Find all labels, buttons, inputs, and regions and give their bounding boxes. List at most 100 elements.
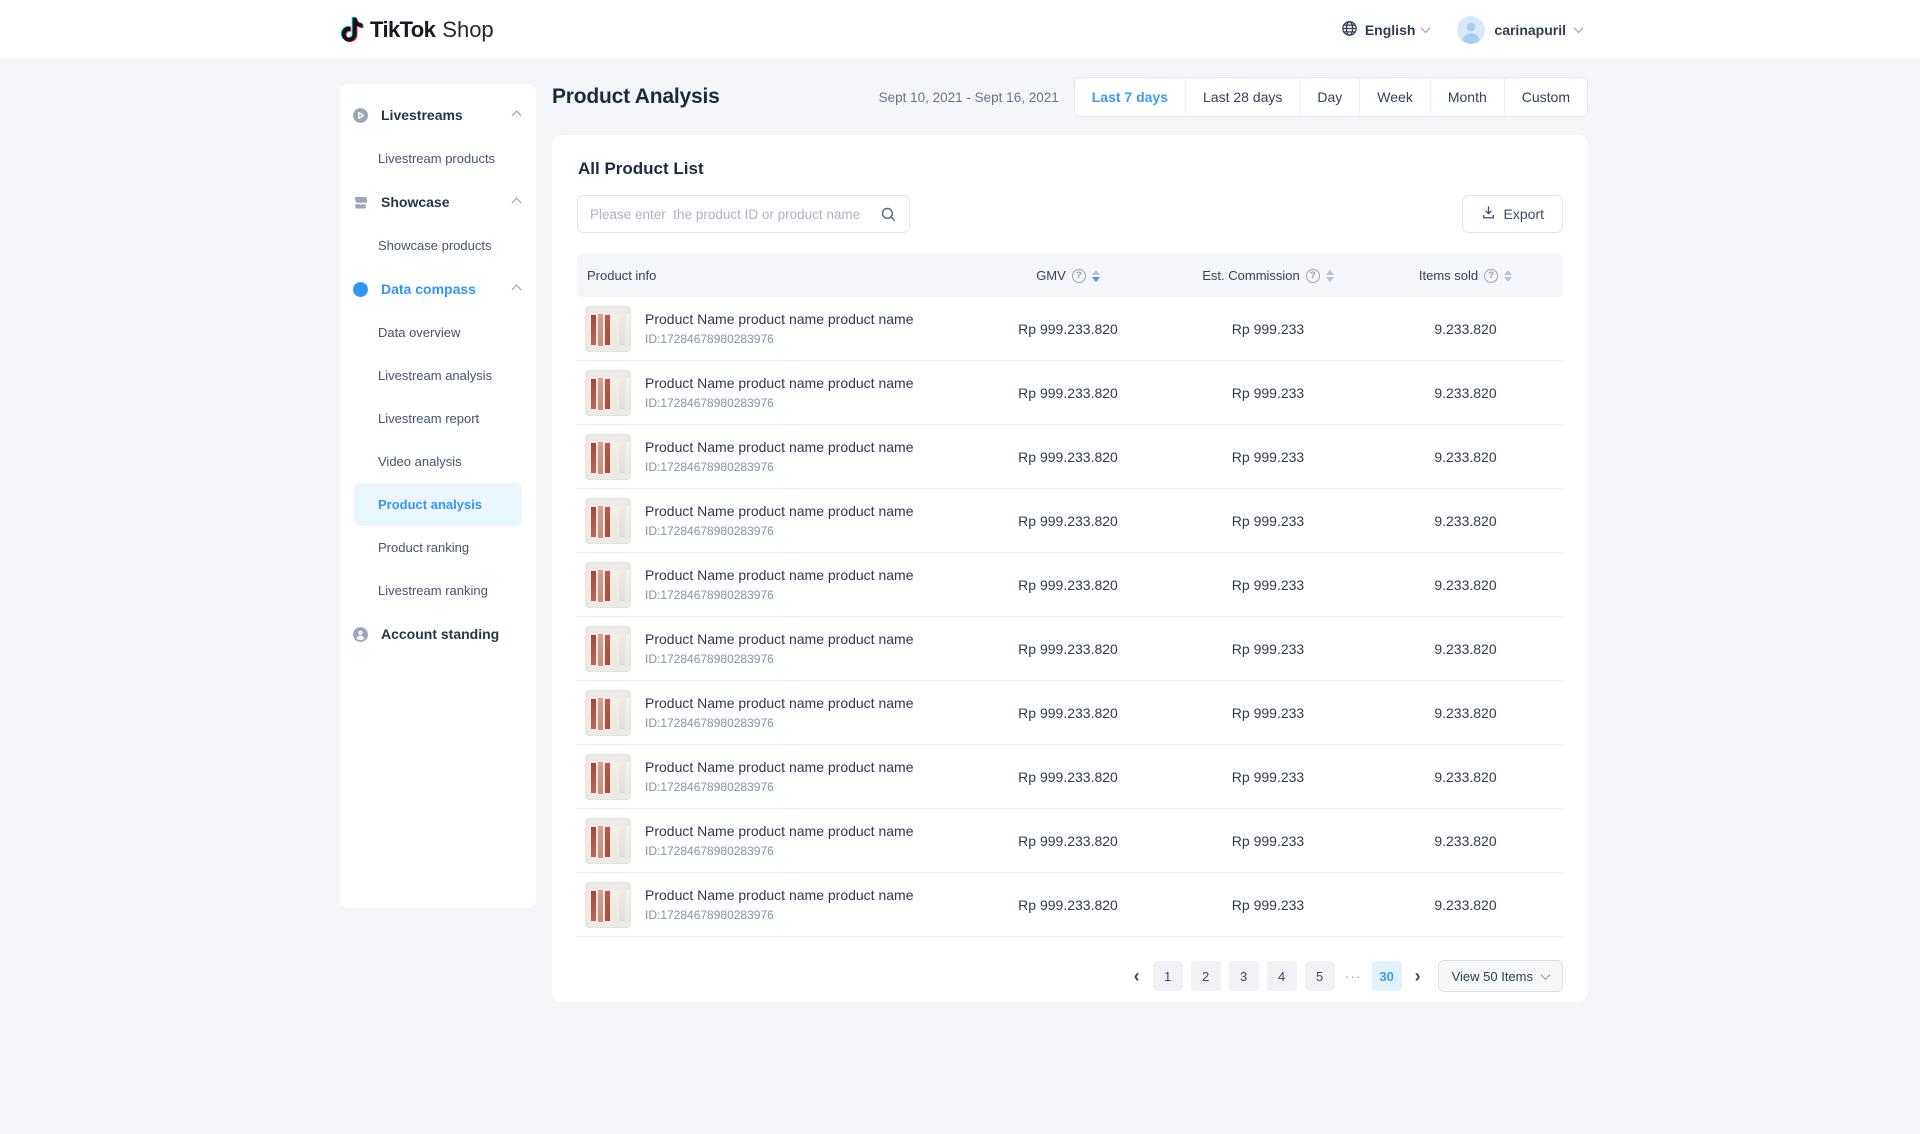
sidebar-sublabel: Product ranking [378, 540, 469, 555]
sidebar-item-livestream-products[interactable]: Livestream products [340, 137, 536, 180]
sidebar-item-product-analysis[interactable]: Product analysis [354, 483, 522, 526]
commission-value: Rp 999.233 [1232, 769, 1304, 785]
pagination: ‹ 1 2 3 4 5 ··· 30 › View 50 Items [577, 960, 1563, 992]
sidebar-item-showcase-products[interactable]: Showcase products [340, 224, 536, 267]
language-selector[interactable]: English [1341, 20, 1430, 40]
product-thumbnail [585, 626, 631, 672]
language-label: English [1365, 22, 1416, 38]
prev-page-icon[interactable]: ‹ [1129, 967, 1145, 985]
date-range-tabs: Last 7 days Last 28 days Day Week Month … [1074, 77, 1588, 117]
column-product-info: Product info [587, 268, 656, 283]
column-gmv: GMV [1036, 268, 1066, 283]
commission-value: Rp 999.233 [1232, 577, 1304, 593]
product-thumbnail [585, 690, 631, 736]
product-thumbnail [585, 498, 631, 544]
product-id: ID:17284678980283976 [645, 844, 913, 858]
search-input[interactable] [590, 207, 872, 222]
gmv-value: Rp 999.233.820 [1018, 897, 1118, 913]
sidebar-item-livestream-report[interactable]: Livestream report [340, 397, 536, 440]
username-label: carinapuril [1494, 22, 1566, 38]
product-name: Product Name product name product name [645, 503, 913, 520]
sidebar-item-product-ranking[interactable]: Product ranking [340, 526, 536, 569]
sidebar-item-video-analysis[interactable]: Video analysis [340, 440, 536, 483]
data-compass-icon [352, 281, 369, 298]
tiktok-shop-logo: TikTok Shop [340, 0, 494, 59]
sort-control[interactable] [1092, 270, 1100, 282]
commission-value: Rp 999.233 [1232, 705, 1304, 721]
date-range-label: Sept 10, 2021 - Sept 16, 2021 [879, 90, 1059, 105]
product-thumbnail [585, 370, 631, 416]
product-list-card: All Product List Export Product info [552, 135, 1588, 1002]
sidebar-item-data-overview[interactable]: Data overview [340, 311, 536, 354]
sidebar-item-livestreams[interactable]: Livestreams [340, 93, 536, 137]
avatar [1457, 16, 1485, 44]
search-icon[interactable] [880, 206, 897, 223]
sidebar-item-livestream-analysis[interactable]: Livestream analysis [340, 354, 536, 397]
brand-name: TikTok [370, 17, 435, 43]
table-row: Product Name product name product name I… [577, 489, 1563, 553]
sidebar-item-livestream-ranking[interactable]: Livestream ranking [340, 569, 536, 612]
globe-icon [1341, 20, 1358, 40]
product-id: ID:17284678980283976 [645, 332, 913, 346]
sidebar-sublabel: Livestream analysis [378, 368, 492, 383]
table-row: Product Name product name product name I… [577, 681, 1563, 745]
page-button-active[interactable]: 30 [1372, 961, 1402, 991]
product-table: Product info GMV ? Est. Commission ? Ite… [577, 254, 1563, 937]
commission-value: Rp 999.233 [1232, 449, 1304, 465]
sidebar-label: Showcase [381, 194, 501, 210]
page-button[interactable]: 5 [1305, 961, 1335, 991]
sort-control[interactable] [1504, 270, 1512, 282]
tab-custom[interactable]: Custom [1504, 78, 1587, 116]
page-button[interactable]: 2 [1191, 961, 1221, 991]
items-sold-value: 9.233.820 [1434, 449, 1496, 465]
items-sold-value: 9.233.820 [1434, 705, 1496, 721]
table-row: Product Name product name product name I… [577, 745, 1563, 809]
product-search-box [577, 195, 910, 233]
product-id: ID:17284678980283976 [645, 460, 913, 474]
sort-control[interactable] [1326, 270, 1334, 282]
tab-week[interactable]: Week [1359, 78, 1430, 116]
product-thumbnail [585, 818, 631, 864]
sidebar-sublabel: Livestream ranking [378, 583, 488, 598]
sidebar: Livestreams Livestream products Showcase… [340, 84, 536, 908]
items-sold-value: 9.233.820 [1434, 833, 1496, 849]
product-id: ID:17284678980283976 [645, 652, 913, 666]
product-name: Product Name product name product name [645, 695, 913, 712]
sidebar-sublabel: Livestream report [378, 411, 479, 426]
table-row: Product Name product name product name I… [577, 425, 1563, 489]
sidebar-item-data-compass[interactable]: Data compass [340, 267, 536, 311]
items-sold-value: 9.233.820 [1434, 385, 1496, 401]
product-name: Product Name product name product name [645, 823, 913, 840]
help-icon[interactable]: ? [1306, 269, 1320, 283]
product-id: ID:17284678980283976 [645, 588, 913, 602]
account-standing-icon [352, 626, 369, 643]
user-menu[interactable]: carinapuril [1457, 16, 1582, 44]
gmv-value: Rp 999.233.820 [1018, 385, 1118, 401]
chevron-down-icon [1541, 970, 1551, 980]
gmv-value: Rp 999.233.820 [1018, 833, 1118, 849]
page-button[interactable]: 3 [1229, 961, 1259, 991]
sidebar-item-account-standing[interactable]: Account standing [340, 612, 536, 656]
export-button[interactable]: Export [1462, 195, 1563, 233]
help-icon[interactable]: ? [1484, 269, 1498, 283]
chevron-up-icon [512, 284, 522, 294]
showcase-icon [352, 194, 369, 211]
page-button[interactable]: 4 [1267, 961, 1297, 991]
product-name: Product Name product name product name [645, 375, 913, 392]
sidebar-item-showcase[interactable]: Showcase [340, 180, 536, 224]
product-name: Product Name product name product name [645, 439, 913, 456]
brand-product: Shop [442, 17, 493, 43]
help-icon[interactable]: ? [1072, 269, 1086, 283]
table-row: Product Name product name product name I… [577, 553, 1563, 617]
next-page-icon[interactable]: › [1410, 967, 1426, 985]
sidebar-sublabel: Showcase products [378, 238, 491, 253]
gmv-value: Rp 999.233.820 [1018, 577, 1118, 593]
page-button[interactable]: 1 [1153, 961, 1183, 991]
tab-month[interactable]: Month [1430, 78, 1504, 116]
tab-last-28-days[interactable]: Last 28 days [1185, 78, 1299, 116]
product-thumbnail [585, 434, 631, 480]
page-size-select[interactable]: View 50 Items [1438, 960, 1563, 992]
items-sold-value: 9.233.820 [1434, 513, 1496, 529]
tab-day[interactable]: Day [1299, 78, 1359, 116]
tab-last-7-days[interactable]: Last 7 days [1075, 78, 1185, 116]
